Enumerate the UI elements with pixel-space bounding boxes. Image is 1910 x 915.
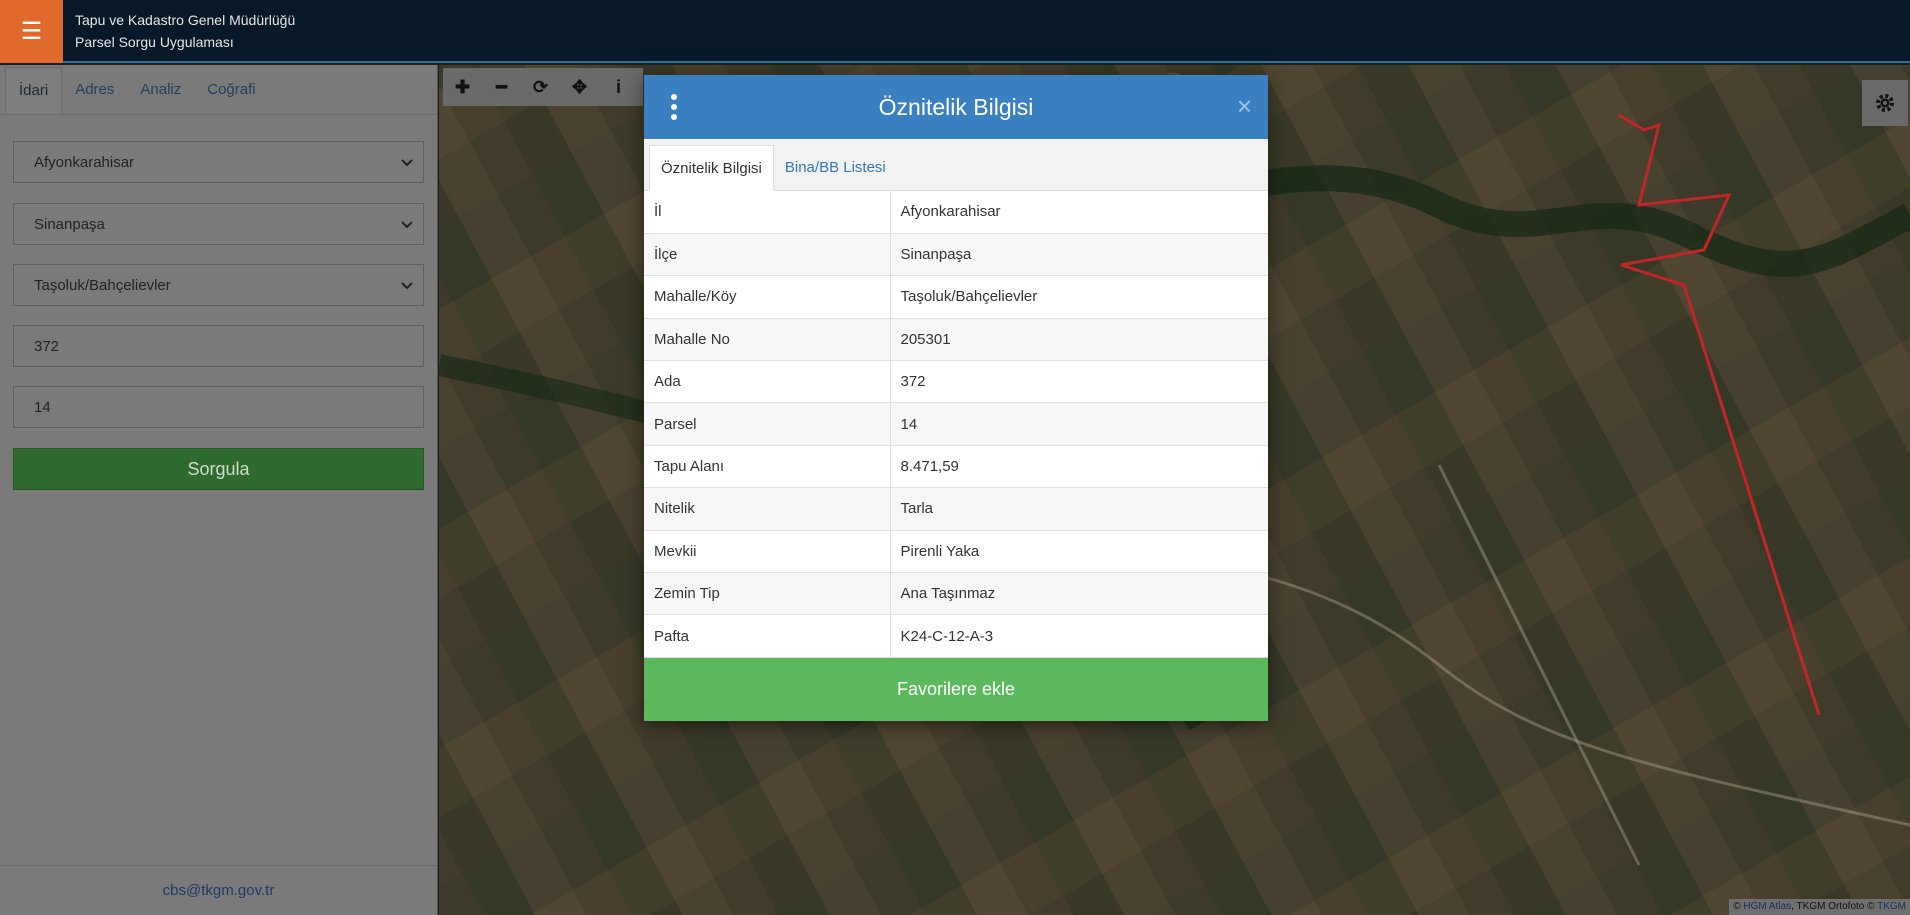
attr-key: Ada (644, 360, 891, 404)
ada-value: 372 (34, 337, 60, 355)
close-icon[interactable]: × (1237, 93, 1252, 119)
tab-analiz[interactable]: Analiz (127, 65, 194, 114)
attr-key: Parsel (644, 402, 891, 446)
table-row: Tapu Alanı 8.471,59 (644, 445, 1268, 489)
sidebar-tabs: İdari Adres Analiz Coğrafi (0, 65, 437, 115)
attr-value: 14 (890, 402, 1268, 446)
neighborhood-value: Taşoluk/Bahçelievler (34, 276, 171, 294)
table-row: Ada 372 (644, 360, 1268, 404)
neighborhood-select[interactable]: Taşoluk/Bahçelievler (13, 264, 424, 306)
attr-value: Taşoluk/Bahçelievler (890, 275, 1268, 319)
app-header: ☰ Tapu ve Kadastro Genel Müdürlüğü Parse… (0, 0, 1910, 63)
attribution-text: , TKGM Ortofoto © (1791, 901, 1875, 912)
map-attribution: © HGM Atlas, TKGM Ortofoto © TKGM (1729, 899, 1910, 915)
attr-key: Mevkii (644, 530, 891, 574)
tab-attribute-info[interactable]: Öznitelik Bilgisi (649, 145, 774, 191)
app-title-line1: Tapu ve Kadastro Genel Müdürlüğü (75, 12, 296, 28)
district-value: Sinanpaşa (34, 215, 105, 233)
info-icon: i (615, 76, 621, 97)
chevron-down-icon (401, 159, 413, 167)
minus-icon: ━ (496, 76, 507, 97)
gear-icon (1876, 94, 1894, 112)
attribution-prefix: © (1733, 901, 1741, 912)
district-select[interactable]: Sinanpaşa (13, 203, 424, 245)
parsel-value: 14 (34, 398, 51, 416)
table-row: Mevkii Pirenli Yaka (644, 530, 1268, 574)
tab-cografi[interactable]: Coğrafi (194, 65, 268, 114)
attr-key: Zemin Tip (644, 572, 891, 616)
zoom-out-button[interactable]: ━ (482, 68, 521, 106)
pan-button[interactable]: ✥ (560, 68, 599, 106)
table-row: Mahalle No 205301 (644, 318, 1268, 362)
tab-building-list[interactable]: Bina/BB Listesi (774, 144, 897, 190)
kebab-menu-icon[interactable] (668, 93, 680, 121)
attr-value: 205301 (890, 318, 1268, 362)
attribute-table: İl Afyonkarahisar İlçe Sinanpaşa Mahalle… (644, 191, 1268, 658)
attr-value: 8.471,59 (890, 445, 1268, 489)
hamburger-icon: ☰ (20, 18, 43, 45)
table-row: İl Afyonkarahisar (644, 191, 1268, 234)
table-row: Parsel 14 (644, 402, 1268, 446)
app-title: Tapu ve Kadastro Genel Müdürlüğü Parsel … (75, 9, 295, 53)
plus-icon: ✚ (454, 76, 471, 97)
modal-title: Öznitelik Bilgisi (878, 93, 1034, 120)
parsel-input[interactable]: 14 (13, 386, 424, 428)
refresh-button[interactable]: ⟳ (521, 68, 560, 106)
table-row: Nitelik Tarla (644, 487, 1268, 531)
chevron-down-icon (401, 221, 413, 229)
modal-tabs: Öznitelik Bilgisi Bina/BB Listesi (644, 139, 1268, 191)
table-row: İlçe Sinanpaşa (644, 233, 1268, 277)
attribution-link-hgm[interactable]: HGM Atlas (1743, 901, 1791, 912)
attribute-modal: Öznitelik Bilgisi × Öznitelik Bilgisi Bi… (644, 75, 1268, 721)
road (1437, 464, 1641, 866)
modal-header: Öznitelik Bilgisi × (644, 75, 1268, 139)
attribution-link-tkgm[interactable]: TKGM (1877, 901, 1906, 912)
tab-idari[interactable]: İdari (5, 67, 63, 114)
table-row: Zemin Tip Ana Taşınmaz (644, 572, 1268, 616)
attr-key: Nitelik (644, 487, 891, 531)
add-to-favorites-button[interactable]: Favorilere ekle (644, 658, 1268, 721)
tab-adres[interactable]: Adres (62, 65, 127, 114)
attr-value: Tarla (890, 487, 1268, 531)
map-toolbar: ✚ ━ ⟳ ✥ i (443, 68, 643, 106)
footer-email-link[interactable]: cbs@tkgm.gov.tr (0, 865, 437, 915)
zoom-in-button[interactable]: ✚ (443, 68, 482, 106)
hamburger-menu-button[interactable]: ☰ (0, 0, 63, 63)
settings-button[interactable] (1862, 80, 1908, 126)
attr-value: K24-C-12-A-3 (890, 614, 1268, 658)
query-button[interactable]: Sorgula (13, 448, 424, 490)
app-title-line2: Parsel Sorgu Uygulaması (75, 34, 234, 50)
info-button[interactable]: i (599, 68, 638, 106)
ada-input[interactable]: 372 (13, 325, 424, 367)
attr-key: İl (644, 191, 891, 234)
attr-value: Afyonkarahisar (890, 191, 1268, 234)
attr-key: Tapu Alanı (644, 445, 891, 489)
attr-value: Pirenli Yaka (890, 530, 1268, 574)
refresh-icon: ⟳ (532, 76, 549, 97)
table-row: Pafta K24-C-12-A-3 (644, 614, 1268, 658)
attr-key: Mahalle No (644, 318, 891, 362)
province-select[interactable]: Afyonkarahisar (13, 141, 424, 183)
attr-key: Mahalle/Köy (644, 275, 891, 319)
chevron-down-icon (401, 282, 413, 290)
attr-key: Pafta (644, 614, 891, 658)
attr-value: Sinanpaşa (890, 233, 1268, 277)
table-row: Mahalle/Köy Taşoluk/Bahçelievler (644, 275, 1268, 319)
attr-value: 372 (890, 360, 1268, 404)
parcel-boundary (1618, 113, 1821, 716)
province-value: Afyonkarahisar (34, 153, 135, 171)
sidebar: İdari Adres Analiz Coğrafi Afyonkarahisa… (0, 65, 438, 915)
attr-key: İlçe (644, 233, 891, 277)
move-icon: ✥ (571, 76, 588, 97)
attr-value: Ana Taşınmaz (890, 572, 1268, 616)
